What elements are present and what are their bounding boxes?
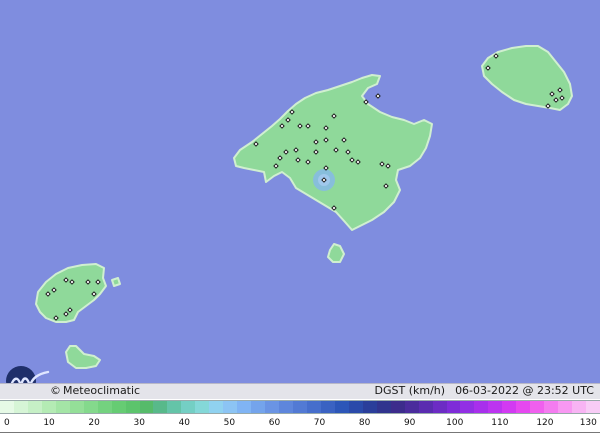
color-scale-segment bbox=[446, 401, 461, 413]
color-scale-segment bbox=[348, 401, 363, 413]
color-scale-segment bbox=[362, 401, 377, 413]
color-scale-segment bbox=[390, 401, 405, 413]
color-scale-segment bbox=[97, 401, 112, 413]
color-scale-segment bbox=[209, 401, 224, 413]
color-scale-segment bbox=[488, 401, 503, 413]
copyright-symbol: © bbox=[50, 384, 61, 397]
variable-label: DGST (km/h) bbox=[374, 384, 446, 397]
color-scale-tick-label: 130 bbox=[579, 418, 597, 428]
color-scale-tick-label: 30 bbox=[133, 418, 145, 428]
map-info: DGST (km/h) 06-03-2022 @ 23:52 UTC bbox=[375, 384, 594, 398]
balearic-islands-map bbox=[0, 0, 600, 383]
color-scale-segment bbox=[306, 401, 321, 413]
color-scale-segment bbox=[293, 401, 307, 413]
color-scale-tick-label: 20 bbox=[88, 418, 100, 428]
color-scale-tick-label: 80 bbox=[358, 418, 371, 428]
color-scale-segment bbox=[251, 401, 266, 413]
color-scale-segment bbox=[41, 401, 56, 413]
color-scale-segment bbox=[334, 401, 349, 413]
color-scale-segment bbox=[139, 401, 154, 413]
color-scale-tick-label: 0 bbox=[4, 418, 10, 428]
color-scale-tick-label: 120 bbox=[536, 418, 554, 428]
color-scale-tick-label: 70 bbox=[313, 418, 326, 428]
timestamp: 06-03-2022 @ 23:52 UTC bbox=[455, 384, 594, 397]
color-scale-tick-label: 110 bbox=[491, 418, 509, 428]
color-scale-segment bbox=[544, 401, 559, 413]
color-scale-segment bbox=[13, 401, 28, 413]
credit-text: © Meteoclimatic bbox=[50, 384, 140, 398]
color-scale-segment bbox=[153, 401, 168, 413]
color-scale-segment bbox=[0, 401, 14, 413]
color-scale-segment bbox=[376, 401, 391, 413]
color-scale-segment bbox=[83, 401, 98, 413]
color-scale-segment bbox=[474, 401, 489, 413]
islet-ibiza-east bbox=[111, 277, 121, 287]
color-scale-segment bbox=[237, 401, 252, 413]
color-scale-segment bbox=[460, 401, 475, 413]
color-scale-segment bbox=[404, 401, 419, 413]
color-scale-segment bbox=[502, 401, 517, 413]
color-scale-segment bbox=[55, 401, 70, 413]
color-scale-segment bbox=[195, 401, 210, 413]
color-scale-tick-label: 10 bbox=[43, 418, 55, 428]
color-scale-tick-label: 90 bbox=[403, 418, 416, 428]
color-scale-segment bbox=[320, 401, 335, 413]
color-scale-tick-label: 40 bbox=[178, 418, 191, 428]
bottom-border bbox=[0, 432, 600, 433]
color-scale-segment bbox=[516, 401, 531, 413]
color-scale-segment bbox=[167, 401, 182, 413]
color-scale-segment bbox=[572, 401, 587, 413]
color-scale-segment bbox=[558, 401, 573, 413]
color-scale bbox=[0, 400, 600, 414]
color-scale-segment bbox=[27, 401, 42, 413]
color-scale-segment bbox=[181, 401, 196, 413]
color-scale-segment bbox=[418, 401, 433, 413]
color-scale-segment bbox=[69, 401, 84, 413]
color-scale-labels: 0 10 20 30 40 50 60 70 80 90 100 110 120 130 bbox=[0, 415, 600, 431]
color-scale-segment bbox=[111, 401, 126, 413]
color-scale-tick-label: 60 bbox=[268, 418, 281, 428]
color-scale-segment bbox=[279, 401, 294, 413]
color-scale-segment bbox=[125, 401, 140, 413]
color-scale-segment bbox=[586, 401, 600, 413]
color-scale-segment bbox=[265, 401, 280, 413]
weather-map-panel: © Meteoclimatic DGST (km/h) 06-03-2022 @ 2… bbox=[0, 0, 600, 435]
color-scale-tick-label: 100 bbox=[446, 418, 464, 428]
color-scale-tick-label: 50 bbox=[223, 418, 236, 428]
color-scale-segment bbox=[432, 401, 447, 413]
color-scale-segment bbox=[530, 401, 545, 413]
color-scale-segment bbox=[223, 401, 238, 413]
credit-name: Meteoclimatic bbox=[63, 384, 141, 397]
